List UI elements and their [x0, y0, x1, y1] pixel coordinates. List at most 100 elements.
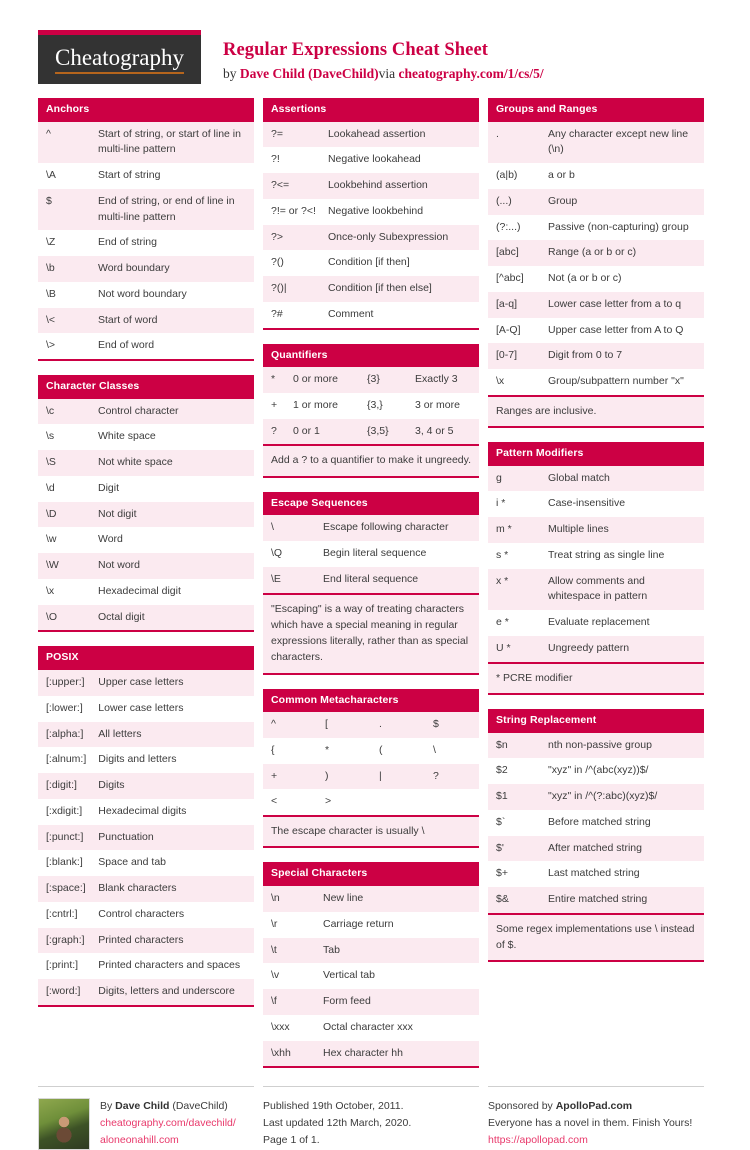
author-site-link[interactable]: aloneonahill.com — [100, 1132, 236, 1149]
row-value: Escape following character — [323, 521, 449, 534]
sponsor-line: Sponsored by ApolloPad.com — [488, 1098, 704, 1115]
table-row: [:cntrl:] Control characters — [38, 901, 254, 928]
row-value: After matched string — [548, 841, 642, 854]
table-row: \v Vertical tab — [263, 963, 479, 990]
row-key: \E — [271, 572, 281, 585]
row-key: i * — [496, 497, 506, 510]
table-row: \ Escape following character — [263, 515, 479, 542]
sponsor-prefix: Sponsored by — [488, 1100, 556, 1113]
row-value: Lower case letter from a to q — [548, 297, 682, 310]
row-value: Lower case letters — [98, 701, 184, 714]
row-key: U * — [496, 641, 511, 654]
row-value: End literal sequence — [323, 572, 419, 585]
author-handle: (DaveChild) — [169, 1100, 228, 1113]
row-value: Vertical tab — [323, 969, 375, 982]
row-value: Case-insensitive — [548, 497, 626, 510]
row-value: Begin literal sequence — [323, 547, 427, 560]
table-row: \Q Begin literal sequence — [263, 541, 479, 567]
row-value: Control character — [98, 404, 179, 417]
row-key: [0-7] — [496, 349, 518, 362]
section-table: ^ Start of string, or start of line in mu… — [38, 121, 254, 362]
table-row: ?# Comment — [263, 301, 479, 329]
row-value: Negative lookbehind — [327, 204, 424, 217]
row-value: $ — [433, 718, 439, 731]
footer-publish-text: Published 19th October, 2011. Last updat… — [263, 1098, 479, 1149]
section-table: \ Escape following character \Q Begin liter… — [263, 515, 479, 593]
section-title: Quantifiers — [263, 343, 479, 368]
row-value: Space and tab — [98, 856, 167, 869]
page-footer: By Dave Child (DaveChild) cheatography.c… — [38, 1086, 712, 1150]
row-value: 0 or 1 — [293, 424, 320, 437]
row-key: m * — [496, 523, 512, 536]
section: Character Classes \c Control character \s Wh… — [38, 375, 254, 633]
row-value: 3, 4 or 5 — [415, 424, 454, 437]
table-row: ?> Once-only Subexpression — [263, 224, 479, 251]
table-row: ?() Condition [if then] — [263, 250, 479, 277]
row-value: ( — [379, 743, 383, 756]
row-key: \x — [496, 375, 505, 388]
row-key: [abc] — [496, 246, 519, 259]
row-value: End of word — [98, 339, 155, 352]
table-row: $2 "xyz" in /^(abc(xyz))$/ — [488, 758, 704, 785]
section-note: "Escaping" is a way of treating characte… — [263, 592, 479, 675]
row-value: Before matched string — [548, 815, 651, 828]
table-row: [:alpha:] All letters — [38, 721, 254, 748]
row-key: \v — [271, 969, 280, 982]
section-table: ?= Lookahead assertion?! Negative lookahea… — [263, 121, 479, 330]
row-value: Tab — [323, 943, 340, 956]
table-row: \Z End of string — [38, 230, 254, 257]
table-row: ?<= Lookbehind assertion — [263, 173, 479, 199]
row-value: Group/subpattern number "x" — [548, 375, 684, 388]
row-key: [:space:] — [46, 882, 86, 895]
section-title: Pattern Modifiers — [488, 442, 704, 466]
row-key: \S — [46, 456, 56, 469]
table-row: $` Before matched string — [488, 809, 704, 836]
cheatography-logo[interactable]: Cheatography — [38, 30, 201, 84]
table-row: [:upper:] Upper case letters — [38, 670, 254, 696]
sponsor-link[interactable]: https://apollopad.com — [488, 1132, 704, 1149]
row-key: [:print:] — [46, 959, 79, 972]
row-value: Digits — [98, 779, 125, 792]
author-profile-link[interactable]: cheatography.com/davechild/ — [100, 1115, 236, 1132]
section: Anchors ^ Start of string, or start of lin… — [38, 98, 254, 362]
row-key: [:cntrl:] — [46, 907, 78, 920]
section-title: Assertions — [263, 98, 479, 122]
table-row: \< Start of word — [38, 307, 254, 334]
row-value: 1 or more — [293, 398, 338, 411]
row-key: \c — [46, 404, 55, 417]
section-table: ^[. ${*(\ +) |? < > — [263, 712, 479, 816]
header-titles: Regular Expressions Cheat Sheet by Dave … — [201, 30, 544, 83]
table-row: \W Not word — [38, 553, 254, 579]
section-table: * 0 or more {3} Exactly 3 +1 or more {3,} 3 or… — [263, 367, 479, 445]
byline-author[interactable]: Dave Child (DaveChild) — [240, 66, 379, 81]
section-table: . Any character except new line (\n) (a|b)… — [488, 121, 704, 395]
section: Common Metacharacters ^[. ${*(\ +) |? < > The e… — [263, 688, 479, 849]
row-value: Not white space — [98, 456, 173, 469]
avatar — [38, 1098, 90, 1150]
row-key: \< — [46, 313, 56, 326]
row-value: Punctuation — [98, 830, 154, 843]
table-row: $ End of string, or end of line in multi-… — [38, 188, 254, 231]
table-row: {* (\ — [263, 737, 479, 764]
table-row: \w Word — [38, 527, 254, 554]
row-key: * — [271, 373, 276, 386]
section: Assertions ?= Lookahead assertion?! Negativ… — [263, 98, 479, 330]
row-key: $2 — [496, 764, 508, 777]
sponsor-name[interactable]: ApolloPad.com — [556, 1100, 632, 1112]
row-value: 3 or more — [415, 398, 460, 411]
row-key: [:graph:] — [46, 933, 85, 946]
table-row: e * Evaluate replacement — [488, 610, 704, 636]
row-value: {3,5} — [367, 424, 389, 437]
table-row: +) |? — [263, 763, 479, 790]
section-note: * PCRE modifier — [488, 661, 704, 695]
table-row: \B Not word boundary — [38, 281, 254, 308]
footer-sponsor-text: Sponsored by ApolloPad.com Everyone has … — [488, 1098, 704, 1149]
row-key: [:lower:] — [46, 701, 83, 714]
byline-url[interactable]: cheatography.com/1/cs/5/ — [399, 66, 544, 81]
row-value: Hex character hh — [323, 1046, 403, 1059]
row-value: * — [325, 743, 330, 756]
row-value: Start of word — [98, 313, 158, 326]
row-key: \xhh — [271, 1046, 291, 1059]
row-value: Octal character xxx — [323, 1020, 413, 1033]
section-title: Common Metacharacters — [263, 688, 479, 713]
